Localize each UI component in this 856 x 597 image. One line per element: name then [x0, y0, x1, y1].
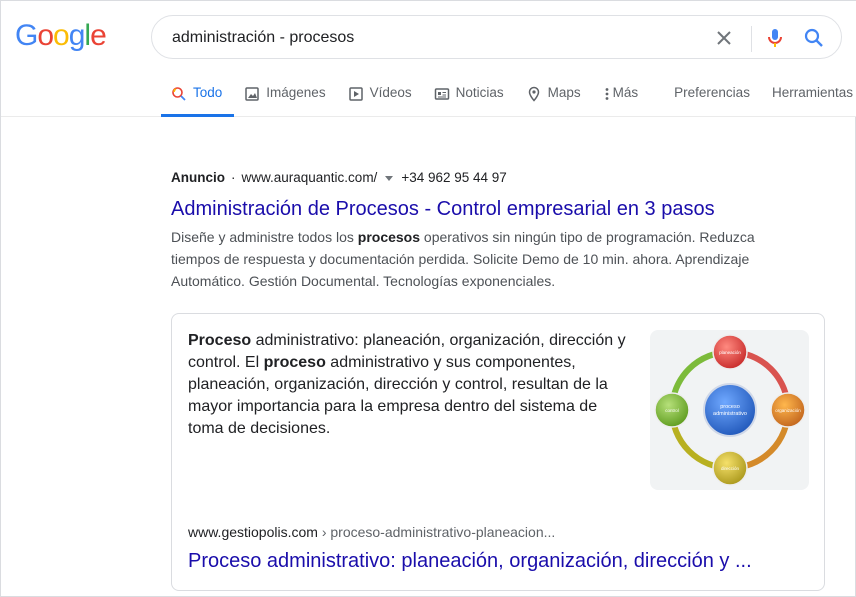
ad-url[interactable]: www.auraquantic.com/: [242, 169, 378, 187]
tab-videos[interactable]: Vídeos: [338, 77, 424, 117]
tab-label: Más: [612, 85, 639, 100]
tab-images[interactable]: Imágenes: [234, 77, 337, 117]
header: Google Todo Imág: [1, 1, 856, 117]
clear-button[interactable]: [712, 26, 736, 50]
diagram-node-label: dirección: [721, 466, 740, 471]
tab-more[interactable]: Más: [593, 77, 651, 117]
ad-title-link[interactable]: Administración de Procesos - Control emp…: [171, 196, 811, 222]
ad-separator: ·: [231, 170, 236, 185]
tab-label: Herramientas: [771, 85, 853, 100]
process-cycle-diagram: proceso administrativo planeación organi…: [654, 334, 806, 486]
tab-news[interactable]: Noticias: [424, 77, 516, 117]
svg-text:administrativo: administrativo: [713, 411, 747, 417]
diagram-center-label: proceso: [720, 404, 740, 410]
map-pin-icon: [528, 86, 539, 102]
news-icon: [434, 88, 449, 100]
tab-label: Preferencias: [674, 85, 750, 100]
chevron-down-icon[interactable]: [385, 175, 394, 181]
tab-tools[interactable]: Herramientas: [762, 77, 856, 117]
microphone-icon: [768, 29, 782, 47]
search-tabs: Todo Imágenes Vídeos Noticias Maps Más P…: [161, 77, 856, 117]
video-icon: [348, 87, 363, 101]
more-vertical-icon: [605, 88, 609, 100]
tab-maps[interactable]: Maps: [516, 77, 593, 117]
search-divider: [751, 26, 752, 52]
snippet-cite: www.gestiopolis.com › proceso-administra…: [188, 524, 556, 540]
voice-search-button[interactable]: [763, 26, 787, 50]
tab-label: Todo: [193, 85, 223, 100]
tab-label: Maps: [547, 85, 581, 100]
ad-description: Diseñe y administre todos los procesos o…: [171, 229, 755, 289]
tab-label: Imágenes: [266, 85, 326, 100]
ad-phone[interactable]: +34 962 95 44 97: [401, 169, 506, 187]
snippet-image[interactable]: proceso administrativo planeación organi…: [650, 330, 809, 490]
image-icon: [245, 87, 260, 101]
search-icon: [804, 28, 823, 47]
search-button[interactable]: [802, 26, 826, 50]
tab-all[interactable]: Todo: [161, 77, 235, 117]
search-box: [151, 15, 842, 59]
snippet-text: Proceso administrativo: planeación, orga…: [188, 332, 626, 437]
google-logo[interactable]: Google: [15, 18, 107, 54]
diagram-node-label: organización: [775, 408, 801, 413]
tab-label: Vídeos: [369, 85, 412, 100]
featured-snippet: Proceso administrativo: planeación, orga…: [171, 313, 825, 591]
diagram-node-label: planeación: [719, 350, 741, 355]
ad-label: Anuncio: [171, 170, 225, 185]
tab-label: Noticias: [455, 85, 504, 100]
search-icon: [172, 87, 186, 101]
snippet-title-link[interactable]: Proceso administrativo: planeación, orga…: [188, 548, 752, 574]
diagram-node-label: control: [665, 408, 679, 413]
search-input[interactable]: [172, 27, 692, 49]
close-icon: [717, 31, 731, 45]
tab-preferences[interactable]: Preferencias: [650, 77, 762, 117]
ad-header: Anuncio · www.auraquantic.com/ +34 962 9…: [171, 169, 811, 187]
ad-result: Anuncio · www.auraquantic.com/ +34 962 9…: [171, 169, 811, 292]
